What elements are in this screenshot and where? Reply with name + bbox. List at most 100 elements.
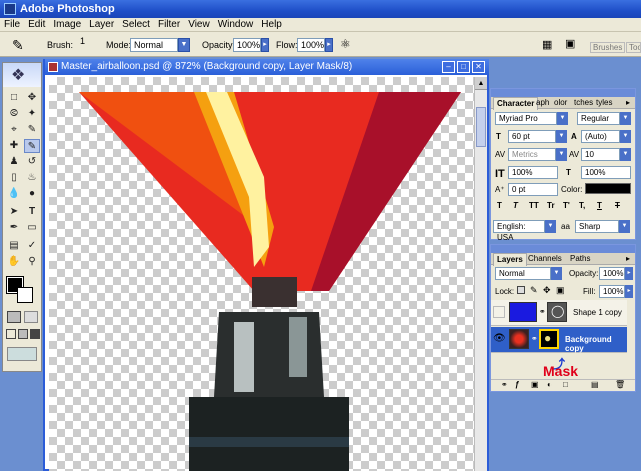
- path-selection-tool-icon[interactable]: ➤: [6, 205, 22, 219]
- scroll-thumb[interactable]: [476, 107, 486, 147]
- brush-size[interactable]: 1: [80, 36, 85, 46]
- history-brush-tool-icon[interactable]: ↺: [24, 155, 40, 169]
- horizontal-scale-field[interactable]: 100%: [581, 166, 631, 179]
- layer-mask-thumbnail[interactable]: ●: [539, 329, 559, 349]
- tab-tool[interactable]: Tool: [626, 42, 641, 53]
- lock-transparency-icon[interactable]: [517, 286, 525, 294]
- magic-wand-tool-icon[interactable]: ✦: [24, 107, 40, 121]
- lock-all-icon[interactable]: ▣: [556, 285, 565, 296]
- menu-filter[interactable]: Filter: [154, 18, 184, 32]
- fill-field[interactable]: 100%: [599, 285, 625, 298]
- blend-mode-dropdown-icon[interactable]: ▼: [551, 267, 562, 280]
- mode-dropdown-icon[interactable]: ▼: [178, 38, 190, 52]
- eraser-tool-icon[interactable]: ▯: [6, 171, 22, 185]
- menu-select[interactable]: Select: [118, 18, 154, 32]
- subscript-button[interactable]: T,: [579, 201, 585, 210]
- quick-mask-off-icon[interactable]: [7, 311, 21, 323]
- all-caps-button[interactable]: TT: [529, 201, 539, 210]
- text-color-swatch[interactable]: [585, 183, 631, 194]
- tab-character[interactable]: Character: [493, 97, 539, 110]
- menu-edit[interactable]: Edit: [24, 18, 49, 32]
- layer-row-shape-1-copy[interactable]: ⚭ ◯ Shape 1 copy: [491, 300, 627, 326]
- adjustment-layer-icon[interactable]: ◐: [547, 380, 552, 389]
- leading-dropdown-icon[interactable]: ▼: [620, 130, 631, 143]
- palette-well-icon[interactable]: ▣: [565, 37, 575, 50]
- brush-tool-icon[interactable]: ✎: [24, 139, 40, 153]
- tracking-field[interactable]: 10: [581, 148, 620, 161]
- character-panel-grip[interactable]: [491, 89, 635, 97]
- blur-tool-icon[interactable]: 💧: [6, 187, 22, 201]
- jump-to-imageready-icon[interactable]: [7, 347, 37, 361]
- hand-tool-icon[interactable]: ✋: [6, 255, 22, 269]
- underline-button[interactable]: T: [597, 201, 602, 210]
- font-family-select[interactable]: Myriad Pro: [495, 112, 557, 125]
- font-size-dropdown-icon[interactable]: ▼: [556, 130, 567, 143]
- file-browser-icon[interactable]: ▦: [542, 38, 552, 51]
- type-tool-icon[interactable]: T: [24, 205, 40, 219]
- language-select[interactable]: English: USA: [493, 220, 545, 242]
- menu-file[interactable]: File: [0, 18, 24, 32]
- layers-panel-grip[interactable]: [491, 245, 635, 253]
- font-size-field[interactable]: 60 pt: [508, 130, 556, 143]
- superscript-button[interactable]: T': [563, 201, 570, 210]
- layer-opacity-field[interactable]: 100%: [599, 267, 625, 280]
- menu-layer[interactable]: Layer: [85, 18, 118, 32]
- shape-tool-icon[interactable]: ▭: [24, 221, 40, 235]
- layer-visibility-toggle[interactable]: [493, 306, 505, 318]
- flow-slider-icon[interactable]: ▸: [325, 38, 333, 52]
- marquee-tool-icon[interactable]: □: [6, 91, 22, 105]
- tab-paths[interactable]: Paths: [567, 253, 593, 265]
- vertical-scrollbar[interactable]: ▲: [474, 77, 487, 471]
- fill-slider-icon[interactable]: ▸: [625, 285, 633, 298]
- screen-mode-full-icon[interactable]: [30, 329, 40, 339]
- baseline-shift-field[interactable]: 0 pt: [508, 183, 558, 196]
- tab-brushes[interactable]: Brushes: [590, 42, 626, 53]
- font-style-dropdown-icon[interactable]: ▼: [620, 112, 631, 125]
- layer-opacity-slider-icon[interactable]: ▸: [625, 267, 633, 280]
- antialias-dropdown-icon[interactable]: ▼: [619, 220, 630, 233]
- paint-bucket-tool-icon[interactable]: ♨: [24, 171, 40, 185]
- strikethrough-button[interactable]: T: [615, 201, 620, 210]
- panel-menu-icon[interactable]: ▸: [623, 97, 633, 109]
- faux-bold-button[interactable]: T: [497, 201, 502, 210]
- maximize-button[interactable]: □: [457, 61, 470, 73]
- layer-name-background-copy[interactable]: Background copy: [565, 335, 627, 353]
- lasso-tool-icon[interactable]: ⧀: [6, 107, 22, 121]
- zoom-tool-icon[interactable]: ⚲: [24, 255, 40, 269]
- kerning-field[interactable]: Metrics: [508, 148, 556, 161]
- flow-field[interactable]: 100%: [297, 38, 325, 52]
- new-group-icon[interactable]: □: [563, 380, 568, 389]
- language-dropdown-icon[interactable]: ▼: [545, 220, 556, 233]
- vector-mask-thumbnail[interactable]: ◯: [547, 302, 567, 322]
- antialias-select[interactable]: Sharp: [575, 220, 619, 233]
- clone-stamp-tool-icon[interactable]: ♟: [6, 155, 22, 169]
- menu-help[interactable]: Help: [257, 18, 286, 32]
- scroll-up-button[interactable]: ▲: [475, 77, 487, 90]
- layer-style-icon[interactable]: ƒ: [515, 380, 519, 389]
- airbrush-icon[interactable]: ⚛: [340, 37, 351, 51]
- crop-tool-icon[interactable]: ⌖: [6, 123, 22, 137]
- healing-brush-tool-icon[interactable]: ✚: [6, 139, 22, 153]
- eyedropper-tool-icon[interactable]: ✓: [24, 239, 40, 253]
- layer-name-shape-1-copy[interactable]: Shape 1 copy: [573, 308, 622, 317]
- layer-row-background-copy[interactable]: 👁 ⚭ ● Background copy: [491, 327, 627, 353]
- tab-layers[interactable]: Layers: [493, 253, 527, 266]
- tracking-dropdown-icon[interactable]: ▼: [620, 148, 631, 161]
- layers-panel-menu-icon[interactable]: ▸: [623, 253, 633, 265]
- close-button[interactable]: ✕: [472, 61, 485, 73]
- layer-image-thumbnail[interactable]: [509, 329, 529, 349]
- link-layers-icon[interactable]: ⚭: [501, 380, 508, 389]
- tab-paragraph[interactable]: aph: [533, 97, 552, 109]
- canvas[interactable]: [49, 77, 474, 471]
- lock-position-icon[interactable]: ✥: [543, 285, 551, 296]
- tab-channels[interactable]: Channels: [525, 253, 565, 265]
- dodge-tool-icon[interactable]: ●: [24, 187, 40, 201]
- lock-image-icon[interactable]: ✎: [530, 285, 538, 296]
- screen-mode-standard-icon[interactable]: [6, 329, 16, 339]
- menu-view[interactable]: View: [184, 18, 214, 32]
- pen-tool-icon[interactable]: ✒: [6, 221, 22, 235]
- menu-window[interactable]: Window: [214, 18, 258, 32]
- tab-color[interactable]: olor: [551, 97, 570, 109]
- notes-tool-icon[interactable]: ▤: [6, 239, 22, 253]
- leading-field[interactable]: (Auto): [581, 130, 620, 143]
